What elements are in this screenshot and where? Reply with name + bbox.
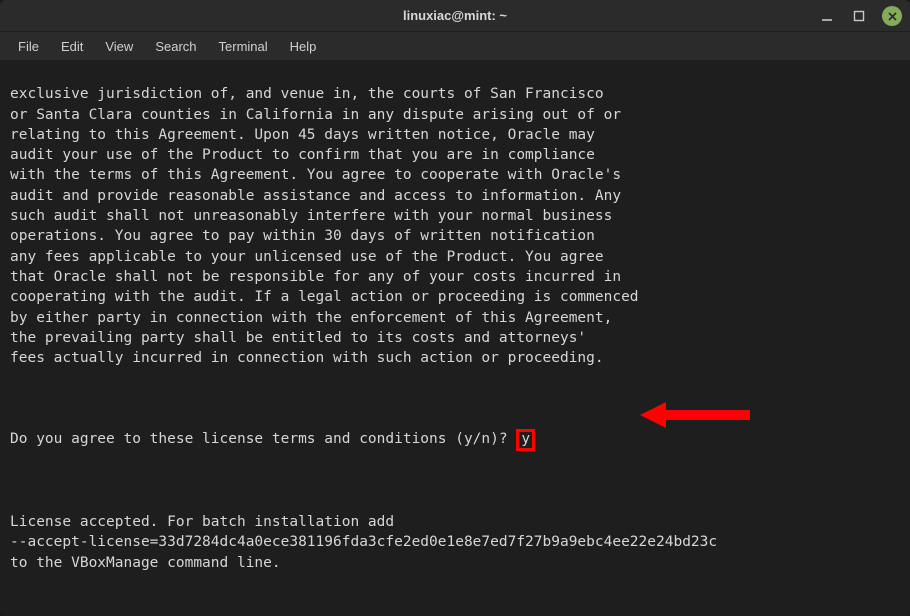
license-text: exclusive jurisdiction of, and venue in,… bbox=[10, 84, 900, 368]
maximize-icon bbox=[852, 9, 866, 23]
agree-line: Do you agree to these license terms and … bbox=[10, 429, 900, 451]
agree-answer-highlighted: y bbox=[516, 429, 535, 451]
window-title: linuxiac@mint: ~ bbox=[403, 8, 507, 23]
accepted-text: License accepted. For batch installation… bbox=[10, 512, 900, 573]
menubar: File Edit View Search Terminal Help bbox=[0, 32, 910, 60]
blank-line-3 bbox=[10, 593, 900, 613]
minimize-icon bbox=[820, 9, 834, 23]
minimize-button[interactable] bbox=[818, 7, 836, 25]
blank-line-2 bbox=[10, 472, 900, 492]
terminal-body[interactable]: exclusive jurisdiction of, and venue in,… bbox=[0, 60, 910, 616]
menu-file[interactable]: File bbox=[8, 35, 49, 58]
maximize-button[interactable] bbox=[850, 7, 868, 25]
blank-line-1 bbox=[10, 389, 900, 409]
terminal-window: linuxiac@mint: ~ File Edit View Search T… bbox=[0, 0, 910, 616]
agree-prompt: Do you agree to these license terms and … bbox=[10, 431, 516, 447]
menu-view[interactable]: View bbox=[95, 35, 143, 58]
close-icon bbox=[887, 11, 898, 22]
titlebar: linuxiac@mint: ~ bbox=[0, 0, 910, 32]
window-controls bbox=[818, 0, 902, 32]
menu-terminal[interactable]: Terminal bbox=[209, 35, 278, 58]
menu-search[interactable]: Search bbox=[145, 35, 206, 58]
menu-help[interactable]: Help bbox=[280, 35, 327, 58]
close-button[interactable] bbox=[882, 6, 902, 26]
menu-edit[interactable]: Edit bbox=[51, 35, 93, 58]
